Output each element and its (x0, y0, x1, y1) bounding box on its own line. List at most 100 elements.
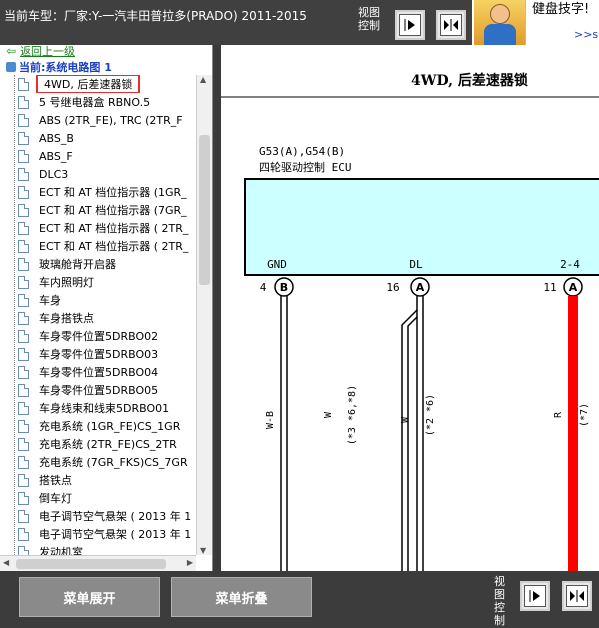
scroll-left-icon[interactable]: ◀ (3, 558, 9, 567)
tree-item-label: ABS_F (39, 149, 73, 163)
tree-item[interactable]: ECT 和 AT 档位指示器 ( 2TR_ (18, 219, 196, 237)
scroll-right-icon[interactable]: ▶ (187, 558, 193, 567)
pin-name-dl: DL (409, 258, 423, 271)
tree-item-label: 充电系统 (1GR_FE)CS_1GR (39, 420, 181, 433)
tree-item[interactable]: 车身 (18, 291, 196, 309)
diagram-title: 4WD, 后差速器锁 (411, 72, 528, 89)
tree-vertical-scrollbar[interactable]: ▲ ▼ (196, 75, 212, 555)
wire-label-extra: W (323, 411, 334, 418)
connector-a-label-dl: A (416, 281, 425, 294)
app-window: 当前车型：厂家:Y-一汽丰田普拉多(PRADO) 2011-2015 视图控制 … (0, 0, 599, 628)
tree-item[interactable]: 电子调节空气悬架 ( 2013 年 1 (18, 507, 196, 525)
tree-item[interactable]: ABS_F (18, 147, 196, 165)
wiring-diagram[interactable]: 4WD, 后差速器锁 G53(A),G54(B) 四轮驱动控制 ECU GND … (221, 45, 599, 571)
document-icon (18, 239, 29, 253)
connector-ref: G53(A),G54(B) (259, 145, 345, 158)
wire-label-wb: W-B (265, 411, 276, 429)
tree-item-label: ECT 和 AT 档位指示器 ( 2TR_ (39, 240, 189, 253)
tree-item[interactable]: ECT 和 AT 档位指示器 ( 2TR_ (18, 237, 196, 255)
document-icon (18, 437, 29, 451)
promo-banner[interactable]: 健盘技字! >>s (472, 0, 599, 45)
tree-panel: ⇦ 返回上一级 当前:系统电路图 1 4WD, 后差速器锁 5 号继电器盒 RBN… (0, 45, 213, 571)
tree-item[interactable]: DLC3 (18, 165, 196, 183)
tree-item[interactable]: 玻璃舱背开启器 (18, 255, 196, 273)
expand-menu-button[interactable]: 菜单展开 (19, 577, 160, 617)
document-icon (18, 149, 29, 163)
wire-note-dl: (*2 *6) (425, 394, 436, 436)
tree-item[interactable]: 电子调节空气悬架 ( 2013 年 1 (18, 525, 196, 543)
tree-item-label: 车身零件位置5DRBO04 (39, 366, 159, 379)
scroll-thumb[interactable] (199, 135, 210, 285)
back-arrow-icon: ⇦ (6, 45, 17, 58)
diagram-canvas: 4WD, 后差速器锁 G53(A),G54(B) 四轮驱动控制 ECU GND … (221, 72, 599, 571)
bottom-bar: 菜单展开 菜单折叠 视图控制 (0, 571, 599, 628)
scroll-up-icon[interactable]: ▲ (200, 75, 206, 84)
mechanic-illustration (474, 0, 526, 45)
tree-item[interactable]: 充电系统 (2TR_FE)CS_2TR (18, 435, 196, 453)
tree-horizontal-scrollbar[interactable]: ◀ ▶ (0, 555, 196, 571)
tree-list: 4WD, 后差速器锁 5 号继电器盒 RBNO.5 ABS (2TR_FE), TR… (18, 75, 196, 571)
scroll-thumb-horizontal[interactable] (16, 559, 166, 569)
document-icon (18, 365, 29, 379)
collapse-menu-button[interactable]: 菜单折叠 (171, 577, 312, 617)
tree-item[interactable]: 车身零件位置5DRBO02 (18, 327, 196, 345)
wire-red (568, 296, 578, 571)
tree-item-label: 倒车灯 (39, 492, 72, 505)
fit-view-button[interactable] (436, 10, 466, 40)
tree-item-label: 车内照明灯 (39, 276, 94, 289)
document-icon (18, 401, 29, 415)
arrow-right-icon (399, 14, 421, 36)
tree-item[interactable]: ABS (2TR_FE), TRC (2TR_F (18, 111, 196, 129)
tree-item[interactable]: ECT 和 AT 档位指示器 (1GR_ (18, 183, 196, 201)
connector-b-label: B (280, 281, 288, 294)
tree-item[interactable]: ECT 和 AT 档位指示器 (7GR_ (18, 201, 196, 219)
back-link[interactable]: ⇦ 返回上一级 (6, 45, 75, 59)
tree-item-label: 电子调节空气悬架 ( 2013 年 1 (39, 528, 192, 541)
tree-item-label: 玻璃舱背开启器 (39, 258, 116, 271)
document-icon (18, 527, 29, 541)
tree-item-label: ECT 和 AT 档位指示器 (7GR_ (39, 204, 187, 217)
tree-item[interactable]: 充电系统 (1GR_FE)CS_1GR (18, 417, 196, 435)
next-page-button[interactable] (395, 10, 425, 40)
tree-item[interactable]: 车身搭铁点 (18, 309, 196, 327)
tree-item[interactable]: 车身线束和线束5DRBO01 (18, 399, 196, 417)
tree-item[interactable]: 充电系统 (7GR_FKS)CS_7GR (18, 453, 196, 471)
wire-branch-right (407, 316, 418, 571)
tree-item-label: ECT 和 AT 档位指示器 (1GR_ (39, 186, 187, 199)
tree-item[interactable]: ABS_B (18, 129, 196, 147)
tree-item[interactable]: 车身零件位置5DRBO03 (18, 345, 196, 363)
document-icon (18, 509, 29, 523)
document-icon (18, 311, 29, 325)
arrow-right-icon (524, 585, 546, 607)
wire-label-r: R (553, 411, 564, 418)
tree-item-label: ABS_B (39, 131, 74, 145)
tree-item[interactable]: 搭铁点 (18, 471, 196, 489)
ecu-name: 四轮驱动控制 ECU (259, 160, 352, 174)
tree-item-label: DLC3 (39, 167, 69, 181)
tree-item-label: 车身零件位置5DRBO02 (39, 330, 159, 343)
tree-item[interactable]: 4WD, 后差速器锁 (18, 75, 196, 93)
bottom-fit-view-button[interactable] (562, 581, 592, 611)
document-icon (18, 95, 29, 109)
tree-item[interactable]: 车身零件位置5DRBO05 (18, 381, 196, 399)
pin-number-11: 11 (543, 281, 556, 294)
wire-note-extra: (*3 *6,*8) (347, 385, 358, 445)
document-icon (18, 293, 29, 307)
tree-item[interactable]: 倒车灯 (18, 489, 196, 507)
tree-item-label: 电子调节空气悬架 ( 2013 年 1 (39, 510, 192, 523)
tree-item[interactable]: 车身零件位置5DRBO04 (18, 363, 196, 381)
tree-item-label: 充电系统 (2TR_FE)CS_2TR (39, 438, 177, 451)
current-node[interactable]: 当前:系统电路图 1 (6, 59, 112, 75)
document-icon (18, 275, 29, 289)
document-icon (18, 473, 29, 487)
document-icon (18, 347, 29, 361)
bottom-view-control-label: 视图控制 (494, 575, 505, 627)
tree-item[interactable]: 5 号继电器盒 RBNO.5 (18, 93, 196, 111)
vehicle-title: 当前车型：厂家:Y-一汽丰田普拉多(PRADO) 2011-2015 (4, 9, 307, 23)
document-icon (18, 203, 29, 217)
tree-item[interactable]: 车内照明灯 (18, 273, 196, 291)
document-icon (18, 257, 29, 271)
bottom-next-page-button[interactable] (520, 581, 550, 611)
scroll-down-icon[interactable]: ▼ (200, 546, 206, 555)
promo-link[interactable]: >>s (574, 28, 598, 41)
